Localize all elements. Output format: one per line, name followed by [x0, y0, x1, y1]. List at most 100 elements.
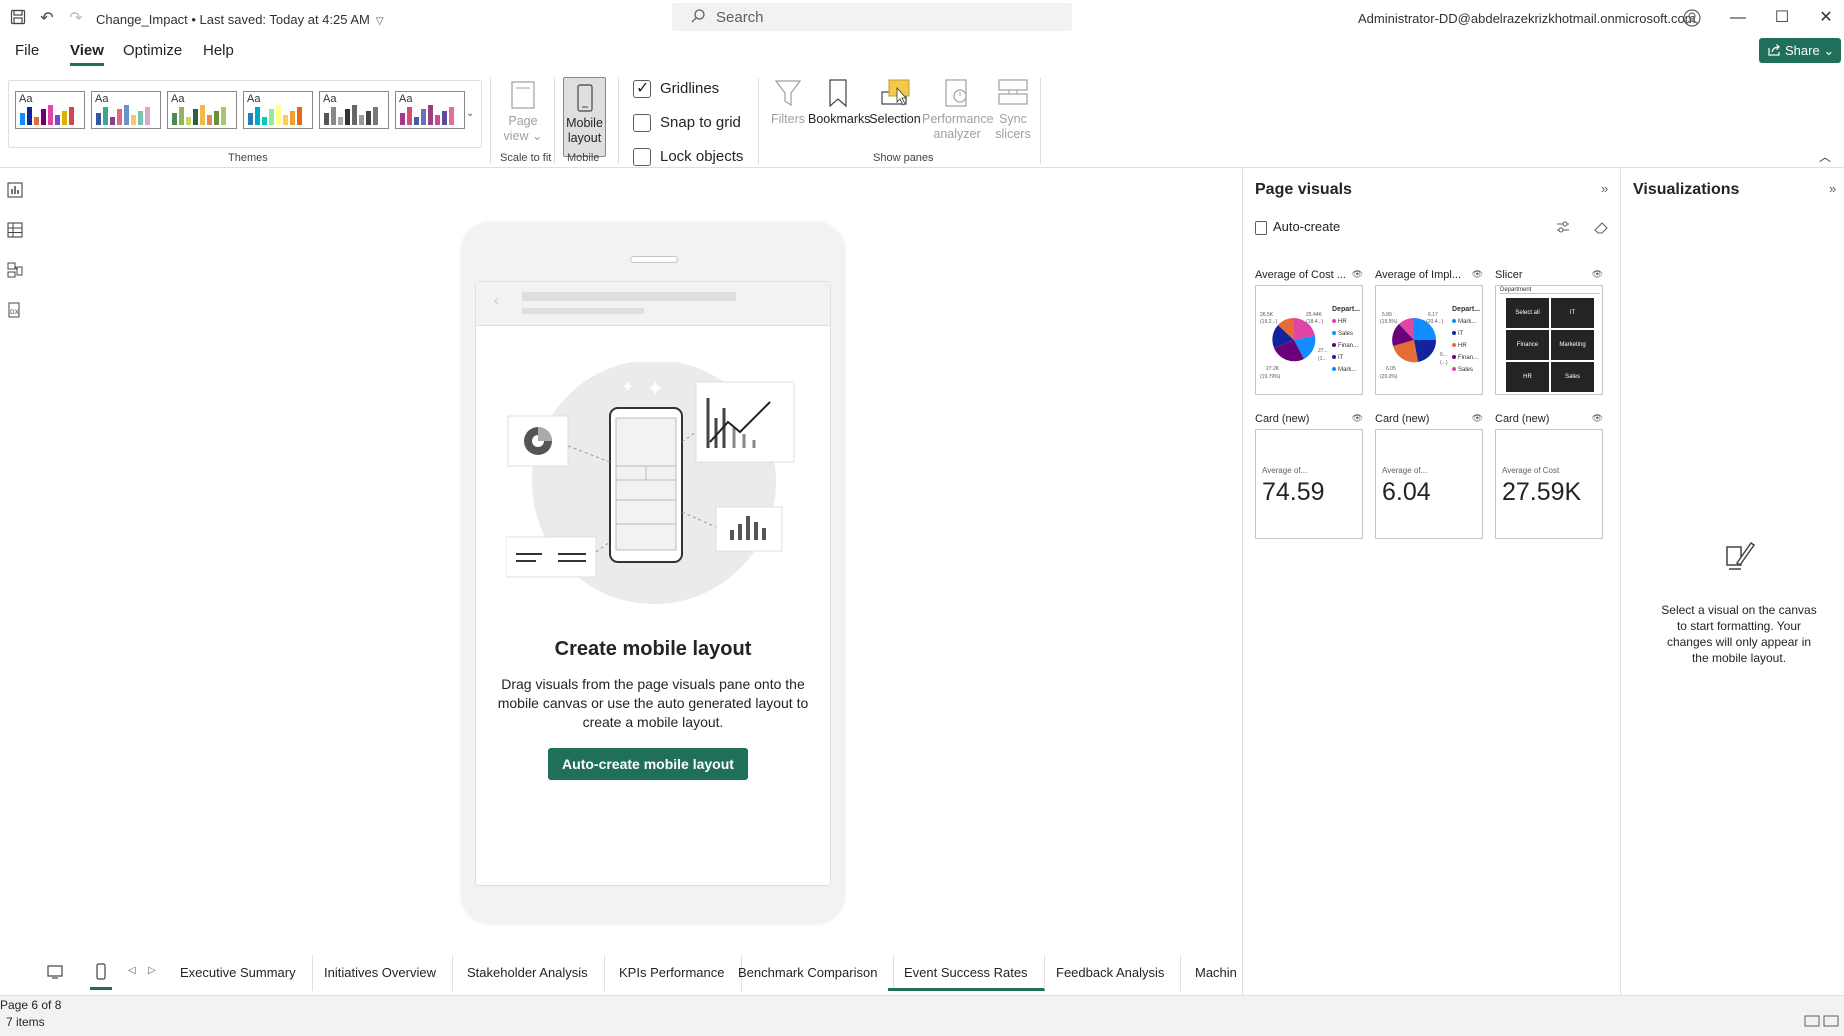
collapse-pane-icon[interactable]: »: [1601, 181, 1608, 196]
performance-analyzer-button[interactable]: Performance analyzer: [922, 78, 994, 142]
legend-item: IT: [1332, 355, 1343, 361]
redo-icon[interactable]: ↷: [66, 9, 86, 29]
theme-swatch[interactable]: Aa: [395, 91, 465, 129]
lock-objects-checkbox[interactable]: Lock objects: [633, 148, 743, 167]
minimize-button[interactable]: —: [1720, 6, 1756, 30]
pie-label: (19.5%): [1380, 319, 1398, 325]
page-tab[interactable]: Initiatives Overview: [308, 955, 453, 991]
search-input[interactable]: Search: [672, 3, 1072, 31]
account-icon[interactable]: [1682, 8, 1702, 28]
dax-query-view-icon[interactable]: DX: [6, 301, 24, 319]
visual-thumbnail: 26.5K (19.2...) 25.44K (18.4...) 27... (…: [1255, 285, 1363, 395]
view-mode-icon[interactable]: [1804, 1014, 1840, 1028]
page-tab[interactable]: Machin: [1179, 955, 1242, 991]
table-view-icon[interactable]: [6, 221, 24, 239]
page-visuals-pane: Page visuals » Auto-create Average of Co…: [1242, 169, 1620, 995]
snap-to-grid-checkbox[interactable]: Snap to grid: [633, 114, 741, 133]
page-view-button[interactable]: Page view ⌄: [500, 80, 546, 144]
save-icon[interactable]: [8, 9, 28, 29]
page-visual-item[interactable]: Average of Impl... 👁 5.89 (19.5%) 6.17 (…: [1375, 269, 1483, 395]
themes-more-icon[interactable]: ⌄: [466, 108, 474, 119]
maximize-button[interactable]: ☐: [1764, 6, 1800, 30]
phone-header-placeholder: ‹: [476, 282, 830, 326]
visibility-icon[interactable]: 👁: [1352, 269, 1363, 280]
menu-tab-view[interactable]: View: [70, 42, 104, 66]
themes-gallery: Aa Aa Aa Aa Aa Aa: [8, 80, 482, 148]
slicer-option: Select all: [1506, 298, 1549, 328]
menu-tab-help[interactable]: Help: [203, 42, 234, 59]
page-tab[interactable]: Event Success Rates: [888, 955, 1045, 991]
mobile-layout-icon[interactable]: [92, 963, 110, 981]
theme-bar: [269, 109, 274, 125]
filters-button[interactable]: Filters: [766, 78, 810, 127]
visual-thumbnail: Average of... 6.04: [1375, 429, 1483, 539]
theme-bars: [96, 105, 150, 125]
auto-create-option[interactable]: Auto-create: [1255, 219, 1340, 235]
performance-label: Performance analyzer: [922, 112, 994, 141]
sync-slicers-button[interactable]: Sync slicers: [990, 78, 1036, 142]
collapse-pane-icon[interactable]: »: [1829, 181, 1836, 196]
mobile-layout-button[interactable]: Mobile layout: [563, 77, 606, 157]
chevron-down-icon: ▽: [375, 16, 384, 27]
theme-swatch[interactable]: Aa: [91, 91, 161, 129]
visualizations-pane: Visualizations » Select a visual on the …: [1620, 169, 1844, 995]
theme-bar: [331, 107, 336, 125]
theme-bar: [297, 107, 302, 125]
bookmark-icon: [829, 79, 847, 108]
visual-thumbnail: Department Select all IT Finance Marketi…: [1495, 285, 1603, 395]
page-visual-item[interactable]: Card (new) 👁 Average of... 74.59: [1255, 413, 1363, 539]
desktop-layout-icon[interactable]: [46, 963, 64, 981]
undo-icon[interactable]: ↶: [37, 9, 57, 29]
gridlines-checkbox[interactable]: Gridlines: [633, 78, 719, 99]
pie-label: 6.17: [1428, 312, 1438, 318]
menu-tab-optimize[interactable]: Optimize: [123, 42, 182, 59]
page-tab[interactable]: KPIs Performance: [603, 955, 742, 991]
theme-bar: [20, 113, 25, 125]
close-button[interactable]: ✕: [1808, 6, 1844, 30]
bookmarks-button[interactable]: Bookmarks: [808, 78, 871, 127]
visibility-icon[interactable]: 👁: [1472, 269, 1483, 280]
svg-text:DX: DX: [10, 309, 19, 316]
visibility-icon[interactable]: 👁: [1592, 269, 1603, 280]
document-title[interactable]: Change_Impact • Last saved: Today at 4:2…: [96, 12, 384, 27]
page-tab[interactable]: Feedback Analysis: [1040, 955, 1182, 991]
visibility-icon[interactable]: 👁: [1472, 413, 1483, 424]
themes-group-label: Themes: [228, 152, 268, 164]
theme-bar: [442, 111, 447, 125]
ribbon-divider: [1040, 78, 1041, 164]
report-canvas[interactable]: ‹ ✦ ✦ Create mobile layout Drag visuals …: [30, 169, 1242, 969]
page-visual-item[interactable]: Card (new) 👁 Average of Cost 27.59K: [1495, 413, 1603, 539]
theme-swatch[interactable]: Aa: [167, 91, 237, 129]
pie-label: (18.4...): [1306, 319, 1324, 325]
page-tab[interactable]: Executive Summary: [164, 955, 313, 991]
status-bar: Page 6 of 8 7 items: [0, 995, 1844, 1036]
menu-tab-file[interactable]: File: [15, 42, 39, 59]
settings-sliders-icon[interactable]: [1555, 219, 1571, 235]
share-button[interactable]: Share ⌄: [1759, 38, 1841, 63]
visibility-icon[interactable]: 👁: [1592, 413, 1603, 424]
eraser-icon[interactable]: [1593, 219, 1609, 235]
theme-swatch[interactable]: Aa: [15, 91, 85, 129]
model-view-icon[interactable]: [6, 261, 24, 279]
visibility-icon[interactable]: 👁: [1352, 413, 1363, 424]
theme-aa: Aa: [171, 93, 185, 105]
report-view-icon[interactable]: [6, 181, 24, 199]
theme-swatch[interactable]: Aa: [243, 91, 313, 129]
page-visual-item[interactable]: Card (new) 👁 Average of... 6.04: [1375, 413, 1483, 539]
next-page-icon[interactable]: ▷: [148, 965, 156, 976]
page-visual-item[interactable]: Average of Cost ... 👁 26.5K (19.2...) 25…: [1255, 269, 1363, 395]
selection-button[interactable]: Selection: [868, 78, 922, 127]
page-visual-item[interactable]: Slicer 👁 Department Select all IT Financ…: [1495, 269, 1603, 395]
page-tab[interactable]: Benchmark Comparison: [722, 955, 895, 991]
ribbon-divider: [490, 78, 491, 164]
theme-swatch[interactable]: Aa: [319, 91, 389, 129]
collapse-ribbon-icon[interactable]: ︿: [1819, 148, 1831, 165]
auto-create-mobile-layout-button[interactable]: Auto-create mobile layout: [548, 748, 748, 780]
previous-page-icon[interactable]: ◁: [128, 965, 136, 976]
theme-bar: [338, 117, 343, 125]
page-view-icon: [511, 81, 535, 109]
page-tab[interactable]: Stakeholder Analysis: [451, 955, 605, 991]
pie-label: 26.5K: [1260, 312, 1274, 318]
account-name[interactable]: Administrator-DD@abdelrazekrizkhotmail.o…: [1358, 11, 1696, 26]
mobile-canvas[interactable]: ‹ ✦ ✦ Create mobile layout Drag visuals …: [475, 281, 831, 886]
